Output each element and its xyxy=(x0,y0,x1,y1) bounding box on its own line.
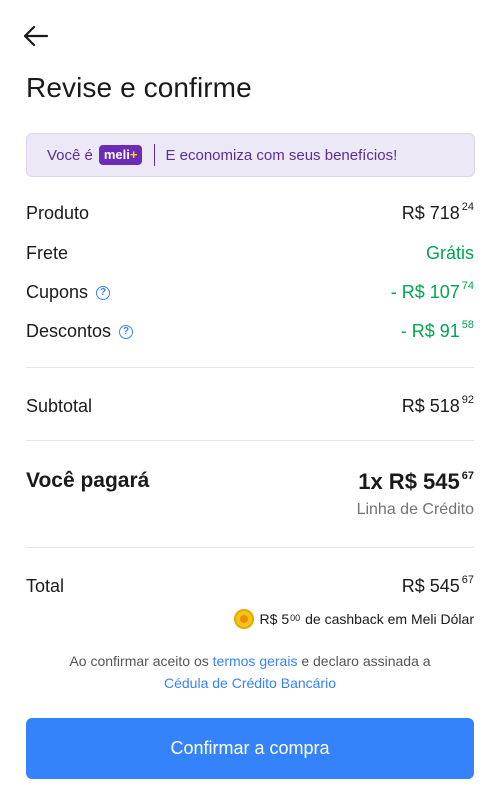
banner-separator xyxy=(154,144,156,166)
terms-link[interactable]: termos gerais xyxy=(213,653,298,669)
summary-row-cupons: Cupons? - R$ 107 74 xyxy=(26,280,474,303)
cupons-label-group: Cupons? xyxy=(26,282,111,303)
cupons-help-icon[interactable]: ? xyxy=(96,285,111,300)
payment-value: 1x R$ 545 67 xyxy=(358,469,474,495)
divider xyxy=(26,440,474,441)
frete-value: Grátis xyxy=(425,243,474,263)
meli-plus-badge-plus: + xyxy=(129,147,138,162)
descontos-value-cents: 58 xyxy=(461,319,474,331)
meli-plus-badge: meli+ xyxy=(98,145,143,165)
produto-label: Produto xyxy=(26,203,90,223)
total-label: Total xyxy=(26,576,65,596)
descontos-value: - R$ 91 58 xyxy=(400,319,474,342)
total-value-cents: 67 xyxy=(461,574,474,586)
subtotal-label: Subtotal xyxy=(26,396,93,416)
cupons-value-main: - R$ 107 xyxy=(390,282,460,302)
payment-value-main: 1x R$ 545 xyxy=(358,469,460,494)
ccb-link[interactable]: Cédula de Crédito Bancário xyxy=(164,675,336,691)
descontos-help-icon[interactable]: ? xyxy=(119,324,134,339)
total-value: R$ 545 67 xyxy=(401,574,474,597)
cashback-amount-main: R$ 5 xyxy=(259,611,290,627)
legal-part2: e declaro assinada a xyxy=(301,653,431,669)
produto-value-cents: 24 xyxy=(461,201,474,213)
cupons-value-cents: 74 xyxy=(461,280,474,292)
meli-plus-badge-text: meli xyxy=(103,147,130,162)
back-arrow-icon[interactable] xyxy=(20,20,52,52)
meli-dolar-coin-icon xyxy=(233,609,254,629)
summary-row-produto: Produto R$ 718 24 xyxy=(26,201,474,224)
cupons-label: Cupons xyxy=(26,282,89,302)
total-row: Total R$ 545 67 xyxy=(26,574,474,597)
total-value-main: R$ 545 xyxy=(401,576,460,596)
cashback-amount-cents: 00 xyxy=(290,613,301,623)
divider xyxy=(26,367,474,368)
payment-label: Você pagará xyxy=(26,469,150,492)
legal-part1: Ao confirmar aceito os xyxy=(69,653,209,669)
summary-row-descontos: Descontos? - R$ 91 58 xyxy=(26,319,474,342)
subtotal-value-cents: 92 xyxy=(461,394,474,406)
subtotal-value: R$ 518 92 xyxy=(401,394,474,417)
legal-text: Ao confirmar aceito os termos gerais e d… xyxy=(40,650,460,694)
cupons-value: - R$ 107 74 xyxy=(390,280,474,303)
meli-plus-banner: Você é meli+ E economiza com seus benefí… xyxy=(26,133,475,177)
banner-prefix: Você é xyxy=(47,146,93,164)
subtotal-value-main: R$ 518 xyxy=(401,396,460,416)
payment-value-cents: 67 xyxy=(461,469,474,482)
cashback-info: R$ 5 00 de cashback em Meli Dólar xyxy=(233,609,474,629)
cashback-text: de cashback em Meli Dólar xyxy=(305,611,474,627)
page-title: Revise e confirme xyxy=(26,72,252,103)
banner-text: E economiza com seus benefícios! xyxy=(165,146,398,164)
frete-label: Frete xyxy=(26,243,69,263)
summary-row-subtotal: Subtotal R$ 518 92 xyxy=(26,394,474,417)
payment-method: Linha de Crédito xyxy=(356,501,474,518)
descontos-value-main: - R$ 91 xyxy=(400,321,460,341)
descontos-label: Descontos xyxy=(26,321,112,341)
confirm-purchase-button[interactable]: Confirmar a compra xyxy=(26,718,474,779)
produto-value: R$ 718 24 xyxy=(401,201,474,224)
produto-value-main: R$ 718 xyxy=(401,203,460,223)
summary-row-frete: Frete Grátis xyxy=(26,243,474,264)
descontos-label-group: Descontos? xyxy=(26,321,134,342)
payment-row: Você pagará 1x R$ 545 67 xyxy=(26,469,474,495)
divider xyxy=(26,547,474,548)
